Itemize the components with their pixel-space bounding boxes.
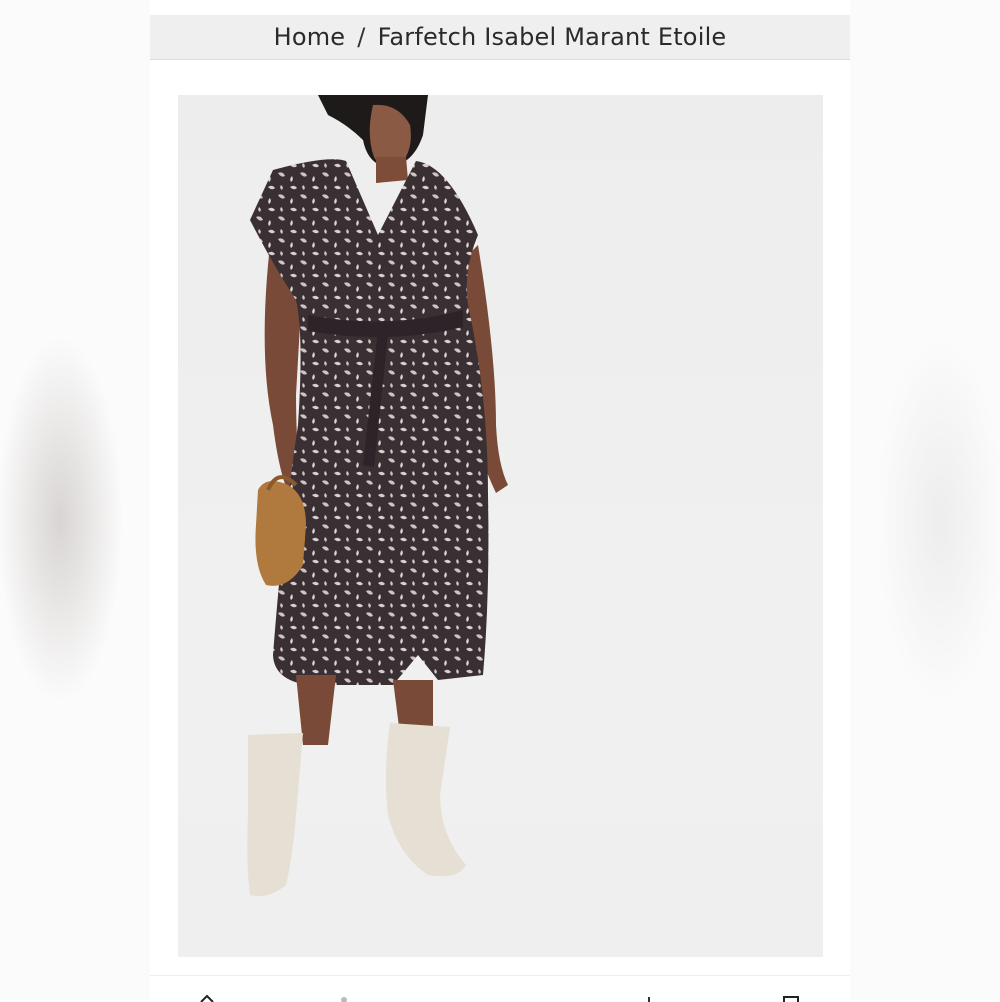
- person-icon[interactable]: [335, 994, 353, 1002]
- breadcrumb-separator: /: [357, 23, 366, 51]
- share-icon[interactable]: [640, 994, 658, 1002]
- model-illustration: [247, 95, 508, 897]
- breadcrumb-current[interactable]: Farfetch Isabel Marant Etoile: [378, 23, 727, 51]
- breadcrumb-home[interactable]: Home: [274, 23, 346, 51]
- product-photo[interactable]: [178, 95, 823, 957]
- bookmark-icon[interactable]: [782, 994, 800, 1002]
- listing-card: Home / Farfetch Isabel Marant Etoile: [150, 0, 850, 1002]
- up-arrow-icon[interactable]: [198, 994, 216, 1002]
- bottom-toolbar: [150, 975, 850, 1002]
- breadcrumb: Home / Farfetch Isabel Marant Etoile: [150, 15, 850, 60]
